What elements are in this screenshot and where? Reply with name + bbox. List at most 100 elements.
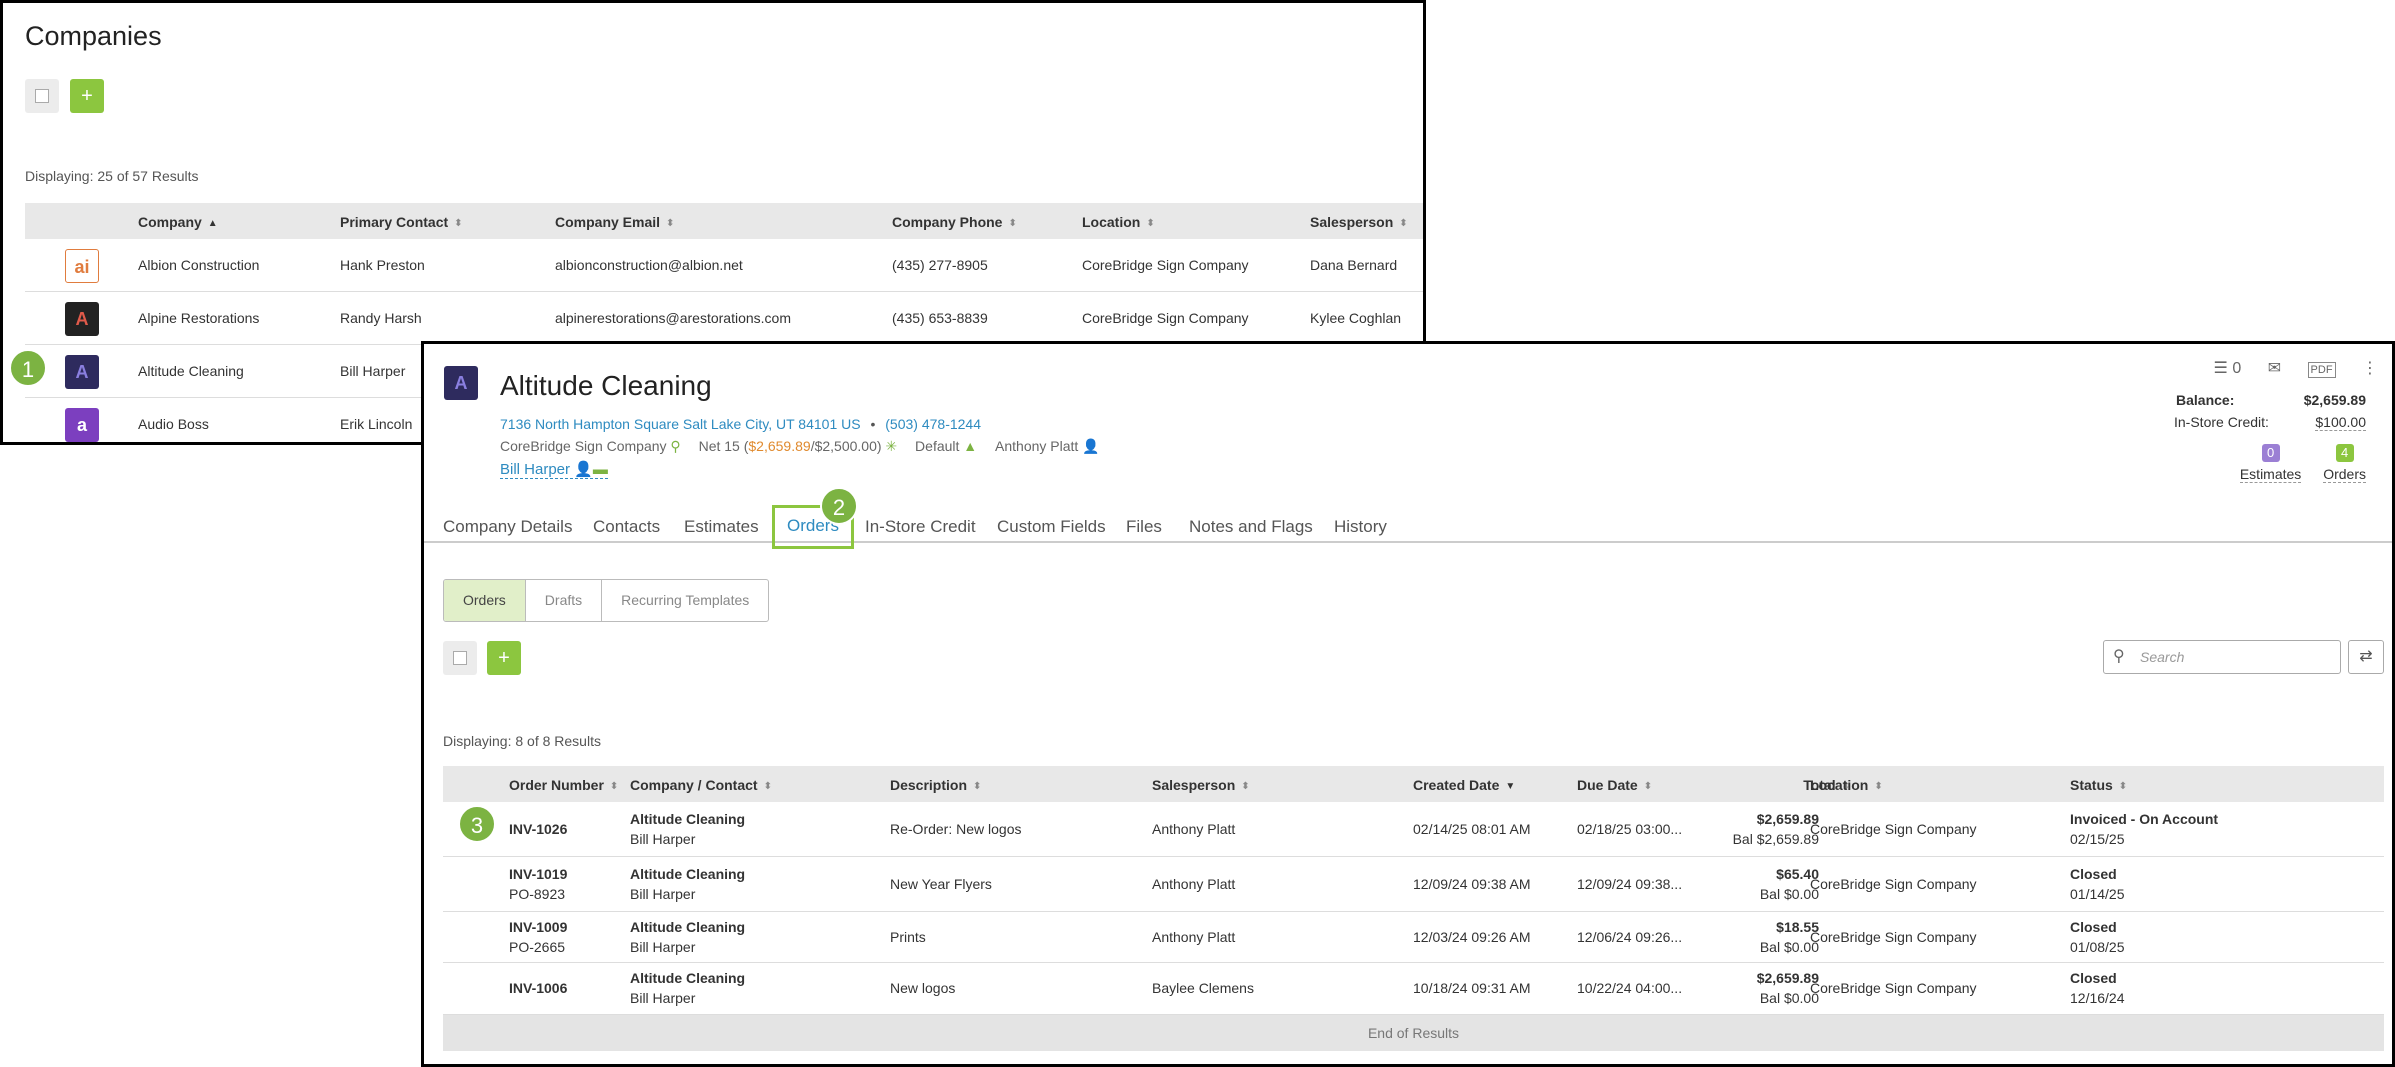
checkbox-box[interactable] bbox=[35, 89, 49, 103]
company-detail-panel: A Altitude Cleaning 7136 North Hampton S… bbox=[421, 341, 2395, 1067]
order-due: 12/09/24 09:38... bbox=[1577, 876, 1683, 892]
column-salesperson[interactable]: Salesperson ⬍ bbox=[1310, 214, 1408, 230]
table-row[interactable]: INV-1009 PO-2665 Altitude Cleaning Bill … bbox=[443, 912, 2384, 963]
order-company[interactable]: Altitude Cleaning bbox=[630, 919, 745, 935]
table-header: Order Number ⬍ Company / Contact ⬍ Descrip… bbox=[443, 766, 2384, 802]
add-company-button[interactable]: + bbox=[70, 79, 104, 113]
primary-contact-link[interactable]: Bill Harper 👤▬ bbox=[500, 460, 608, 479]
order-company[interactable]: Altitude Cleaning bbox=[630, 811, 745, 827]
orders-subtabs: Orders Drafts Recurring Templates bbox=[443, 579, 770, 622]
order-company[interactable]: Altitude Cleaning bbox=[630, 866, 745, 882]
company-name[interactable]: Albion Construction bbox=[138, 257, 259, 273]
column-salesperson[interactable]: Salesperson ⬍ bbox=[1152, 777, 1250, 793]
mail-icon[interactable]: ✉ bbox=[2268, 360, 2281, 377]
add-order-button[interactable]: + bbox=[487, 641, 521, 675]
table-row[interactable]: A Alpine Restorations Randy Harsh alpine… bbox=[25, 292, 1423, 345]
detail-tabs: Company Details Contacts Estimates Order… bbox=[424, 505, 2392, 549]
column-company-phone[interactable]: Company Phone ⬍ bbox=[892, 214, 1017, 230]
order-number[interactable]: INV-1009 bbox=[509, 919, 567, 935]
column-due-date[interactable]: Due Date ⬍ bbox=[1577, 777, 1652, 793]
phone-link[interactable]: (503) 478-1244 bbox=[885, 416, 981, 432]
salesperson: Kylee Coghlan bbox=[1310, 310, 1402, 326]
subtab-drafts[interactable]: Drafts bbox=[526, 580, 603, 621]
company-name[interactable]: Altitude Cleaning bbox=[138, 363, 244, 379]
column-status[interactable]: Status ⬍ bbox=[2070, 777, 2127, 793]
order-number[interactable]: INV-1026 bbox=[509, 821, 567, 837]
order-balance: Bal $0.00 bbox=[1759, 886, 1819, 902]
checkbox-box[interactable] bbox=[453, 651, 467, 665]
order-number[interactable]: INV-1006 bbox=[509, 980, 567, 996]
more-icon[interactable]: ⋮ bbox=[2362, 360, 2378, 377]
order-po: PO-2665 bbox=[509, 939, 566, 955]
contact-name[interactable]: Bill Harper bbox=[500, 461, 570, 478]
pdf-icon[interactable]: PDF bbox=[2307, 362, 2336, 378]
column-created-date[interactable]: Created Date ▼ bbox=[1413, 777, 1515, 793]
primary-contact[interactable]: Hank Preston bbox=[340, 257, 425, 273]
company-logo: A bbox=[65, 302, 99, 336]
order-total: $2,659.89 bbox=[1756, 811, 1819, 827]
address-link[interactable]: 7136 North Hampton Square Salt Lake City… bbox=[500, 416, 861, 432]
column-description[interactable]: Description ⬍ bbox=[890, 777, 981, 793]
table-row[interactable]: INV-1019 PO-8923 Altitude Cleaning Bill … bbox=[443, 857, 2384, 912]
location-label: CoreBridge Sign Company bbox=[500, 438, 667, 454]
order-company[interactable]: Altitude Cleaning bbox=[630, 970, 745, 986]
orders-counter[interactable]: 4 Orders bbox=[2323, 444, 2366, 483]
company-title: Altitude Cleaning bbox=[500, 370, 712, 401]
location: CoreBridge Sign Company bbox=[1082, 257, 1249, 273]
table-row[interactable]: ai Albion Construction Hank Preston albi… bbox=[25, 239, 1423, 292]
sort-icon: ⬍ bbox=[609, 781, 619, 792]
company-email[interactable]: albionconstruction@albion.net bbox=[555, 257, 743, 273]
estimates-count: 0 bbox=[2261, 444, 2280, 462]
estimates-counter[interactable]: 0 Estimates bbox=[2239, 444, 2302, 483]
table-row[interactable]: INV-1026 Altitude Cleaning Bill Harper R… bbox=[443, 802, 2384, 857]
order-location: CoreBridge Sign Company bbox=[1810, 821, 1977, 837]
tab-custom-fields[interactable]: Custom Fields bbox=[997, 510, 1106, 543]
column-company-contact[interactable]: Company / Contact ⬍ bbox=[630, 777, 772, 793]
tab-estimates[interactable]: Estimates bbox=[684, 510, 759, 543]
order-location: CoreBridge Sign Company bbox=[1810, 876, 1977, 892]
subtab-orders[interactable]: Orders bbox=[444, 580, 526, 621]
company-name[interactable]: Alpine Restorations bbox=[138, 310, 259, 326]
column-company-email[interactable]: Company Email ⬍ bbox=[555, 214, 674, 230]
order-contact[interactable]: Bill Harper bbox=[630, 886, 695, 902]
search-input[interactable]: ⚲ Search bbox=[2103, 640, 2341, 674]
select-all-checkbox[interactable] bbox=[25, 79, 59, 113]
order-salesperson: Anthony Platt bbox=[1152, 876, 1236, 892]
tab-in-store-credit[interactable]: In-Store Credit bbox=[865, 510, 976, 543]
order-number[interactable]: INV-1019 bbox=[509, 866, 567, 882]
tab-files[interactable]: Files bbox=[1126, 510, 1162, 543]
company-name[interactable]: Audio Boss bbox=[138, 416, 209, 432]
column-location[interactable]: Location ⬍ bbox=[1810, 777, 1883, 793]
order-total: $2,659.89 bbox=[1756, 970, 1819, 986]
company-email[interactable]: alpinerestorations@arestorations.com bbox=[555, 310, 791, 326]
tab-contacts[interactable]: Contacts bbox=[593, 510, 660, 543]
primary-contact[interactable]: Randy Harsh bbox=[340, 310, 422, 326]
primary-contact[interactable]: Bill Harper bbox=[340, 363, 405, 379]
table-row[interactable]: INV-1006 Altitude Cleaning Bill Harper N… bbox=[443, 963, 2384, 1015]
primary-contact[interactable]: Erik Lincoln bbox=[340, 416, 412, 432]
tasks-icon[interactable]: ☰ 0 bbox=[2214, 360, 2242, 377]
credit-value[interactable]: $100.00 bbox=[2315, 414, 2366, 431]
sort-desc-icon: ▼ bbox=[1505, 781, 1516, 792]
order-contact[interactable]: Bill Harper bbox=[630, 990, 695, 1006]
detail-toolbar: ☰ 0 ✉ PDF ⋮ bbox=[2192, 358, 2378, 378]
order-po: PO-8923 bbox=[509, 886, 566, 902]
sort-icon: ⬍ bbox=[1874, 781, 1883, 792]
subtab-recurring-templates[interactable]: Recurring Templates bbox=[602, 580, 768, 621]
tab-notes-and-flags[interactable]: Notes and Flags bbox=[1189, 510, 1313, 543]
column-location[interactable]: Location ⬍ bbox=[1082, 214, 1155, 230]
column-order-number[interactable]: Order Number ⬍ bbox=[509, 777, 618, 793]
order-description: Re-Order: New logos bbox=[890, 821, 1022, 837]
terms-balance: $2,659.89 bbox=[748, 438, 811, 454]
orders-label[interactable]: Orders bbox=[2323, 466, 2366, 483]
filter-button[interactable]: ⇄ bbox=[2348, 640, 2384, 674]
column-company[interactable]: Company ▲ bbox=[138, 214, 218, 230]
order-contact[interactable]: Bill Harper bbox=[630, 831, 695, 847]
tab-history[interactable]: History bbox=[1334, 510, 1387, 543]
estimates-label[interactable]: Estimates bbox=[2239, 466, 2302, 483]
select-all-checkbox[interactable] bbox=[443, 641, 477, 675]
column-primary-contact[interactable]: Primary Contact ⬍ bbox=[340, 214, 463, 230]
tab-company-details[interactable]: Company Details bbox=[443, 510, 572, 543]
page-title: Companies bbox=[25, 21, 162, 51]
order-contact[interactable]: Bill Harper bbox=[630, 939, 695, 955]
